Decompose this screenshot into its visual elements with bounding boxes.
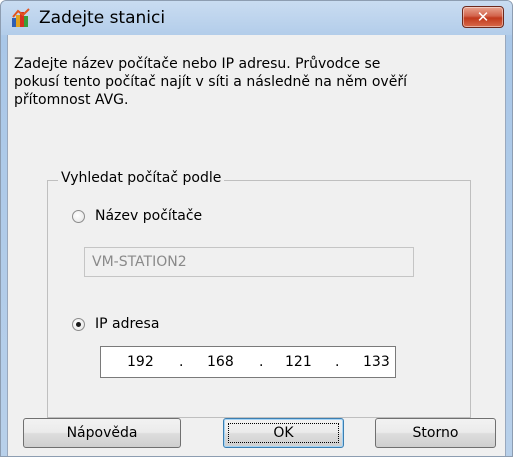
ip-octet-3[interactable]: 121	[285, 353, 312, 371]
radio-ip-address[interactable]	[72, 318, 85, 331]
cancel-button-label: Storno	[412, 425, 459, 441]
computer-name-field[interactable]: VM-STATION2	[84, 247, 414, 277]
help-button[interactable]: Nápověda	[23, 418, 181, 448]
ip-octet-4[interactable]: 133	[363, 353, 390, 371]
radio-computer-name[interactable]	[72, 210, 85, 223]
ip-octet-1[interactable]: 192	[127, 353, 154, 371]
close-icon: ✕	[476, 7, 490, 26]
ok-button[interactable]: OK	[223, 418, 344, 448]
focus-rectangle	[228, 423, 339, 443]
help-button-label: Nápověda	[66, 425, 138, 441]
ip-separator: .	[335, 354, 340, 370]
radio-computer-name-label[interactable]: Název počítače	[95, 207, 202, 225]
ip-separator: .	[259, 354, 264, 370]
dialog-window: Zadejte stanici ✕ Zadejte název počítače…	[0, 0, 513, 457]
ip-separator: .	[179, 354, 184, 370]
ip-octet-2[interactable]: 168	[207, 353, 234, 371]
window-title: Zadejte stanici	[39, 8, 166, 28]
description-text: Zadejte název počítače nebo IP adresu. P…	[14, 56, 407, 108]
groupbox-legend: Vyhledat počítač podle	[58, 168, 225, 188]
ip-address-field[interactable]: 192 . 168 . 121 . 133	[100, 346, 396, 378]
close-button[interactable]: ✕	[462, 6, 504, 28]
cancel-button[interactable]: Storno	[375, 418, 496, 448]
title-bar[interactable]: Zadejte stanici ✕	[1, 1, 512, 35]
avg-logo-icon	[12, 8, 30, 27]
dialog-body: Zadejte název počítače nebo IP adresu. P…	[7, 35, 506, 456]
radio-ip-address-label[interactable]: IP adresa	[95, 315, 159, 333]
